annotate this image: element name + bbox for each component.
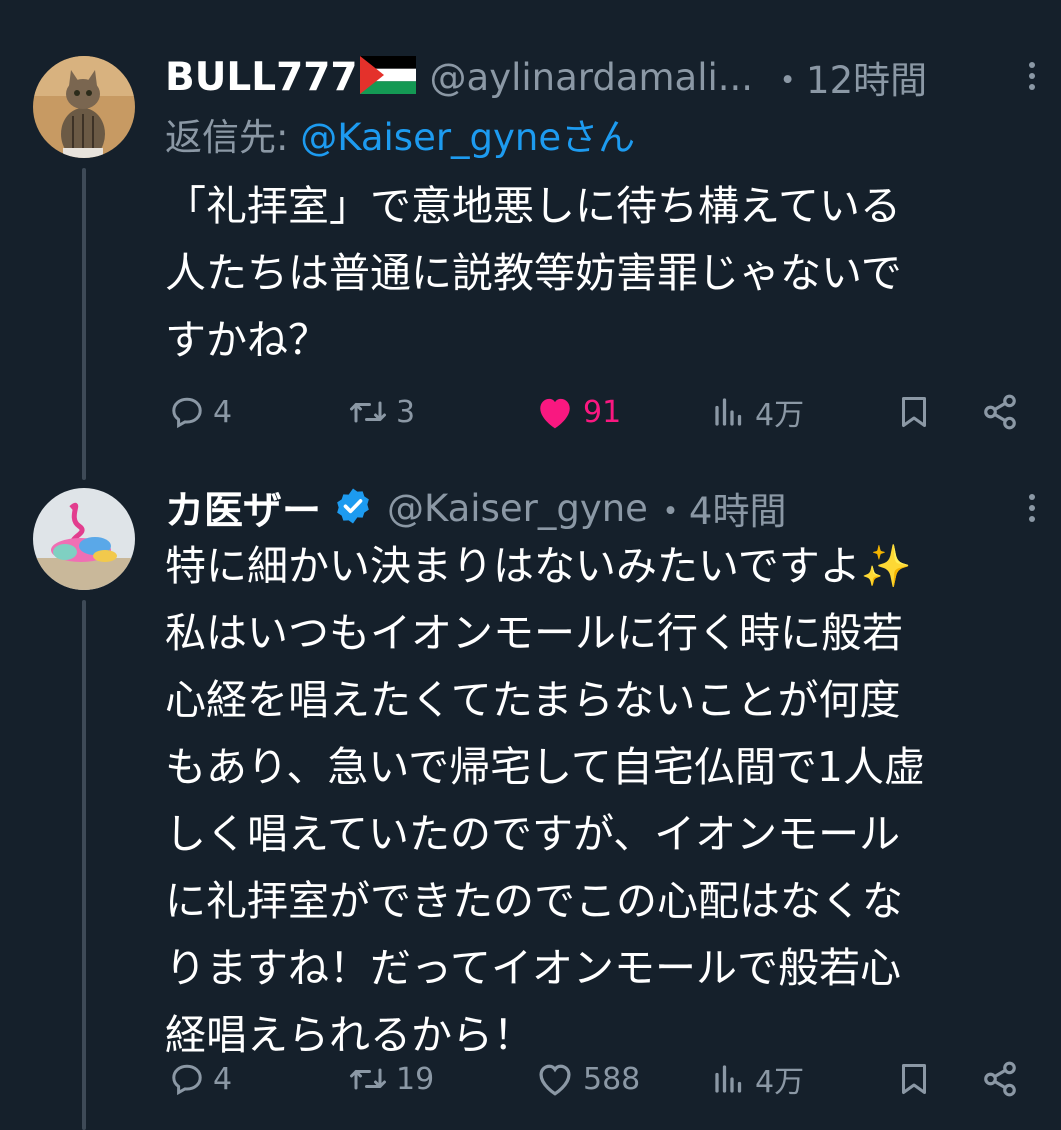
- reply-mention-link[interactable]: @Kaiser_gyne: [300, 116, 561, 159]
- reply-icon: [172, 397, 202, 429]
- like-count: 588: [583, 1061, 641, 1097]
- share-icon: [984, 394, 1016, 430]
- reply-button[interactable]: 4: [169, 1054, 232, 1104]
- heart-outline-icon: [539, 1064, 571, 1096]
- verified-badge-icon: [333, 486, 373, 530]
- text-line: しく唱えていたのですが、イオンモール: [165, 810, 901, 858]
- more-options-icon[interactable]: [1025, 62, 1039, 90]
- timestamp[interactable]: ・4時間: [652, 481, 787, 535]
- retweet-button[interactable]: 19: [348, 1054, 434, 1104]
- text-line: 心経を唱えたくてたまらないことが何度: [165, 676, 901, 724]
- display-name[interactable]: カ医ザー: [165, 480, 321, 536]
- views-count: 4万: [755, 398, 805, 433]
- reply-icon: [172, 1064, 202, 1096]
- action-bar: 4 19 588 4万: [165, 1054, 1041, 1104]
- text-line: りますね！だってイオンモールで般若心: [165, 944, 901, 992]
- more-options-icon[interactable]: [1025, 494, 1039, 522]
- text-line: 人たちは普通に説教等妨害罪じゃないで: [165, 249, 902, 297]
- views-count: 4万: [755, 1065, 805, 1100]
- like-button[interactable]: 91: [535, 387, 621, 437]
- views-button[interactable]: 4万: [711, 387, 804, 437]
- tweet-text: 「礼拝室」で意地悪しに待ち構えている 人たちは普通に説教等妨害罪じゃないで すか…: [165, 173, 1025, 374]
- reply-suffix: さん: [561, 116, 636, 159]
- tweet-header: BULL777 @aylinardamali... ・12時間: [165, 49, 1041, 105]
- cat-avatar-image: [33, 56, 135, 158]
- text-line: 「礼拝室」で意地悪しに待ち構えている: [165, 182, 901, 230]
- retweet-icon: [350, 1068, 386, 1090]
- share-button[interactable]: [981, 1054, 1019, 1104]
- like-button[interactable]: 588: [535, 1054, 640, 1104]
- retweet-icon: [350, 401, 386, 423]
- display-name[interactable]: BULL777: [165, 55, 358, 100]
- text-line: 特に細かい決まりはないみたいですよ✨: [165, 542, 912, 590]
- bookmark-button[interactable]: [896, 1054, 932, 1104]
- timestamp[interactable]: ・12時間: [769, 50, 927, 104]
- reply-button[interactable]: 4: [169, 387, 232, 437]
- retweet-count: 19: [396, 1061, 435, 1097]
- reply-count: 4: [213, 1061, 233, 1097]
- share-button[interactable]: [981, 387, 1019, 437]
- user-handle[interactable]: @aylinardamali...: [430, 56, 754, 99]
- text-line: 私はいつもイオンモールに行く時に般若: [165, 609, 903, 657]
- bookmark-icon: [902, 397, 926, 427]
- thread-line: [82, 168, 86, 480]
- heart-filled-icon: [540, 398, 570, 429]
- text-line: もあり、急いで帰宅して自宅仏間で1人虚: [165, 743, 925, 791]
- tweet-header: カ医ザー @Kaiser_gyne ・4時間: [165, 480, 1041, 536]
- views-chart-icon: [715, 398, 742, 426]
- like-count: 91: [583, 394, 622, 430]
- avatar[interactable]: [33, 56, 135, 158]
- share-icon: [984, 1061, 1016, 1097]
- action-bar: 4 3 91 4万: [165, 387, 1041, 437]
- reply-to: 返信先: @Kaiser_gyneさん: [165, 107, 635, 161]
- bookmark-button[interactable]: [896, 387, 932, 437]
- thread-line: [82, 600, 86, 1130]
- user-handle[interactable]: @Kaiser_gyne: [387, 487, 648, 530]
- art-avatar-image: [33, 488, 135, 590]
- palestine-flag-icon: [359, 56, 416, 98]
- reply-count: 4: [213, 394, 233, 430]
- text-line: に礼拝室ができたのでこの心配はなくな: [165, 877, 903, 925]
- tweet-text: 特に細かい決まりはないみたいですよ✨ 私はいつもイオンモールに行く時に般若 心経…: [165, 533, 1025, 1069]
- views-chart-icon: [715, 1065, 742, 1093]
- views-button[interactable]: 4万: [711, 1054, 804, 1104]
- reply-prefix: 返信先:: [165, 116, 301, 159]
- bookmark-icon: [902, 1064, 926, 1094]
- retweet-button[interactable]: 3: [348, 387, 415, 437]
- avatar[interactable]: [33, 488, 135, 590]
- retweet-count: 3: [396, 394, 416, 430]
- text-line: すかね？: [165, 316, 329, 364]
